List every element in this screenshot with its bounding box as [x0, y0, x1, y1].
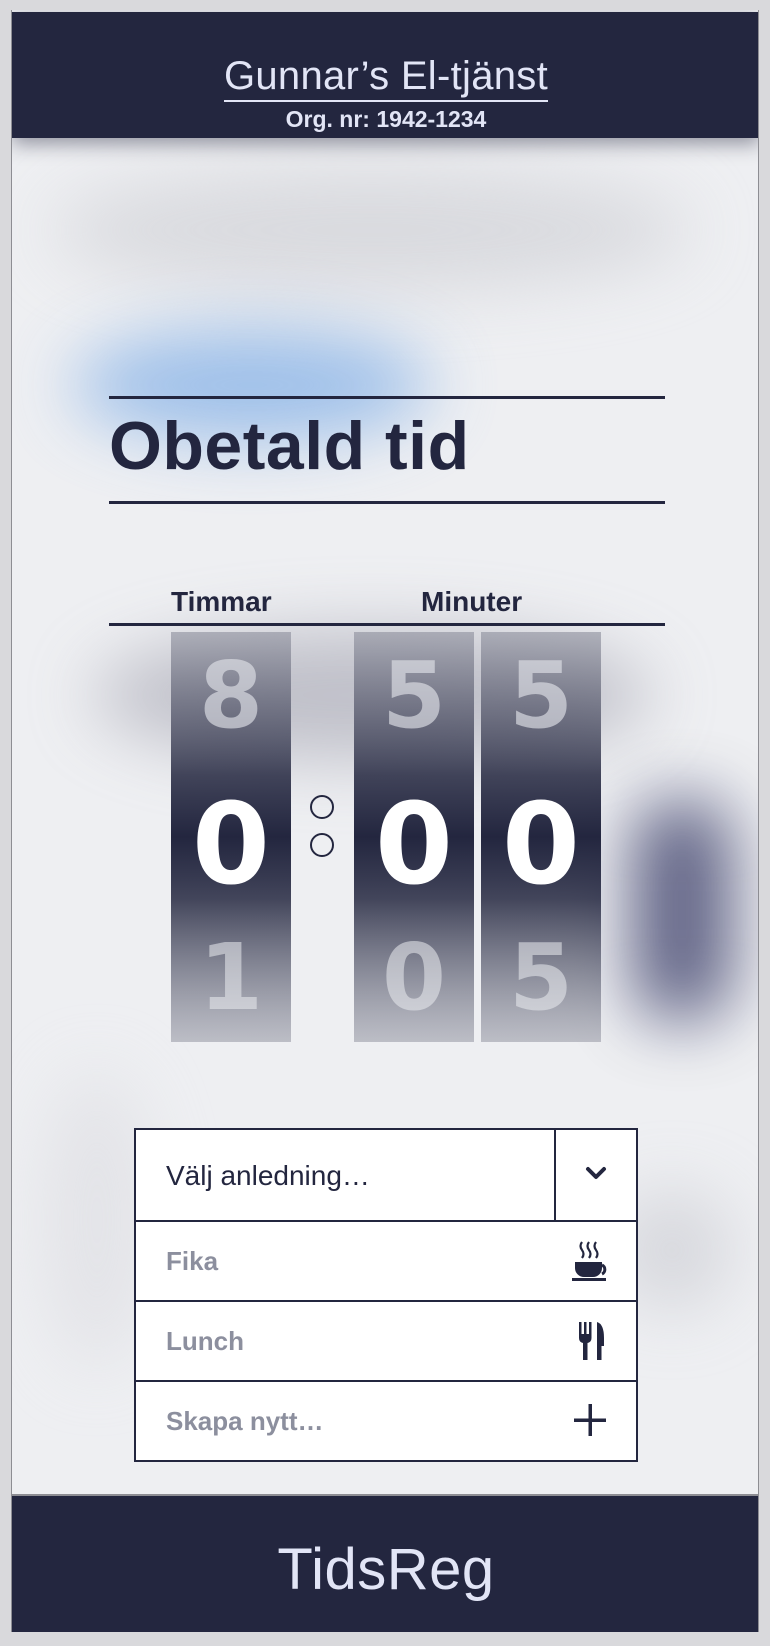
company-name: Gunnar’s El-tjänst — [223, 54, 549, 102]
page-title-block: Obetald tid — [109, 396, 665, 504]
hours-current-digit: 0 — [192, 780, 270, 910]
minutes-label: Minuter — [421, 586, 523, 617]
backdrop-blur — [632, 800, 732, 1020]
separator-dot — [310, 795, 334, 819]
reason-select-toggle[interactable] — [554, 1130, 636, 1220]
reason-select[interactable]: Välj anledning… — [134, 1128, 638, 1222]
reason-option-fika[interactable]: Fika — [134, 1222, 638, 1302]
reason-option-label: Fika — [166, 1246, 219, 1276]
backdrop-blur — [52, 170, 692, 290]
plus-icon — [574, 1404, 606, 1436]
time-picker-labels: Timmar Minuter — [109, 576, 665, 626]
minutes-tens-wheel[interactable]: 5 0 0 — [354, 632, 474, 1042]
minutes-tens-next-digit: 0 — [381, 924, 446, 1031]
hours-prev-digit: 8 — [198, 642, 263, 749]
app-footer: TidsReg — [12, 1494, 758, 1632]
reason-option-lunch[interactable]: Lunch — [134, 1302, 638, 1382]
page-title: Obetald tid — [109, 408, 470, 484]
app-frame: Gunnar’s El-tjänst Org. nr: 1942-1234 Ob… — [11, 10, 759, 1632]
coffee-cup-icon — [572, 1241, 607, 1281]
time-separator — [310, 795, 336, 865]
minutes-tens-current-digit: 0 — [375, 780, 453, 910]
minutes-ones-wheel[interactable]: 5 0 5 — [481, 632, 601, 1042]
minutes-ones-prev-digit: 5 — [508, 642, 573, 749]
hours-next-digit: 1 — [198, 924, 263, 1031]
fork-knife-icon — [579, 1322, 604, 1360]
reason-option-label: Skapa nytt… — [166, 1406, 324, 1436]
hours-label: Timmar — [171, 586, 272, 617]
reason-option-label: Lunch — [166, 1326, 244, 1356]
minutes-ones-next-digit: 5 — [508, 924, 573, 1031]
minutes-ones-current-digit: 0 — [502, 780, 580, 910]
app-header: Gunnar’s El-tjänst Org. nr: 1942-1234 — [12, 12, 758, 138]
reason-select-placeholder: Välj anledning… — [166, 1160, 370, 1191]
brand-logo-text: TidsReg — [277, 1537, 495, 1602]
reason-option-create-new[interactable]: Skapa nytt… — [134, 1382, 638, 1462]
chevron-down-icon — [586, 1167, 606, 1179]
hours-wheel[interactable]: 8 0 1 — [171, 632, 291, 1042]
org-number: Org. nr: 1942-1234 — [285, 106, 487, 132]
separator-dot — [310, 833, 334, 857]
minutes-tens-prev-digit: 5 — [381, 642, 446, 749]
